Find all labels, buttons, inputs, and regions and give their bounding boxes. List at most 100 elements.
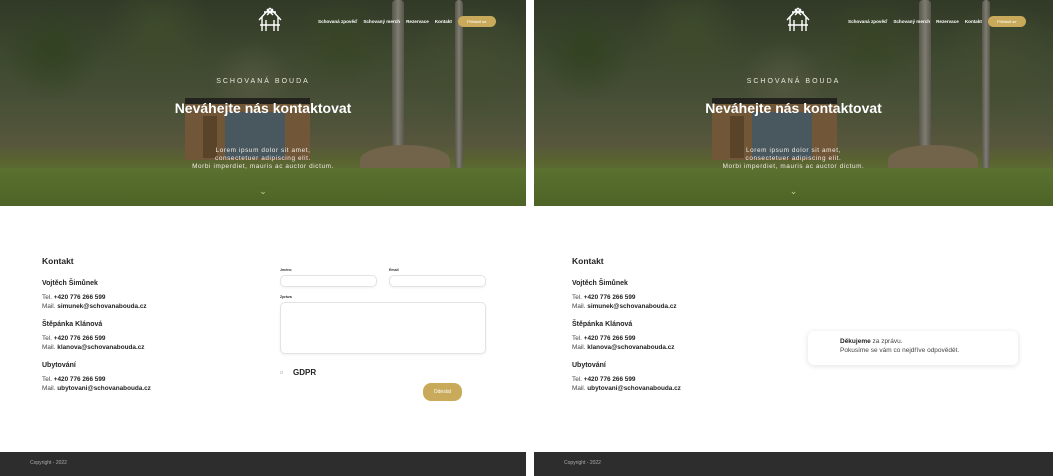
mail-label: Mail.: [572, 303, 586, 310]
message-field[interactable]: [280, 302, 486, 354]
contact-page-before-submit: Schovaná zpověď Schovaný merch Rezervace…: [0, 0, 526, 476]
nav-link-merch[interactable]: Schovaný merch: [363, 19, 400, 24]
phone-number[interactable]: +420 776 266 599: [54, 294, 106, 301]
mail-address[interactable]: klanova@schovanabouda.cz: [57, 344, 144, 351]
chevron-down-icon[interactable]: ⌄: [0, 186, 526, 197]
hero-kicker: SCHOVANÁ BOUDA: [216, 78, 310, 85]
contact-name: Štěpánka Klánová: [42, 321, 103, 328]
mail-address[interactable]: simunek@schovanabouda.cz: [587, 303, 676, 310]
phone-number[interactable]: +420 776 266 599: [54, 335, 106, 342]
phone-label: Tel.: [42, 335, 52, 342]
submit-button[interactable]: Odeslat: [422, 383, 462, 401]
name-label: Jméno: [280, 268, 292, 272]
copyright: Copyright - 2022: [30, 460, 67, 466]
contact-form: Jméno Email Zpráva GDPR Odeslat: [280, 268, 486, 408]
phone-number[interactable]: +420 776 266 599: [54, 376, 106, 383]
contact-section: Kontakt Vojtěch Šimůnek Tel. +420 776 26…: [42, 256, 151, 403]
thank-you-message: Děkujeme za zprávu. Pokusíme se vám co n…: [808, 331, 1018, 365]
contact-person: Vojtěch Šimůnek Tel. +420 776 266 599 Ma…: [42, 280, 151, 311]
thank-you-followup: Pokusíme se vám co nejdříve odpovědět.: [840, 346, 960, 354]
thank-you-bold: Děkujeme: [840, 338, 871, 345]
contact-phone: Tel. +420 776 266 599: [572, 293, 681, 302]
email-field[interactable]: [389, 275, 486, 287]
mail-address[interactable]: ubytovani@schovanabouda.cz: [587, 385, 681, 392]
message-label: Zpráva: [280, 295, 292, 299]
phone-label: Tel.: [572, 335, 582, 342]
hero-kicker: SCHOVANÁ BOUDA: [746, 78, 841, 85]
contact-mail: Mail. klanova@schovanabouda.cz: [572, 343, 681, 352]
copyright: Copyright - 2022: [564, 460, 601, 466]
chevron-down-icon[interactable]: ⌄: [534, 186, 1053, 197]
contact-phone: Tel. +420 776 266 599: [572, 334, 681, 343]
contact-name: Vojtěch Šimůnek: [572, 280, 628, 287]
phone-label: Tel.: [42, 294, 52, 301]
mail-address[interactable]: ubytovani@schovanabouda.cz: [57, 385, 151, 392]
mail-label: Mail.: [42, 344, 56, 351]
hero-heading: Neváhejte nás kontaktovat: [174, 100, 352, 116]
hero-lead-line: Lorem ipsum dolor sit amet,: [215, 147, 311, 154]
contact-mail: Mail. ubytovani@schovanabouda.cz: [42, 384, 151, 393]
contact-name: Vojtěch Šimůnek: [42, 280, 98, 287]
panel-divider: [526, 0, 534, 476]
main-nav: Schovaná zpověď Schovaný merch Rezervace…: [848, 16, 1026, 27]
nav-link-reservation[interactable]: Rezervace: [406, 19, 429, 24]
nav-link-confession[interactable]: Schovaná zpověď: [848, 19, 887, 24]
hut-logo-icon[interactable]: [256, 6, 284, 34]
hero-lead-line: Morbi imperdiet, mauris ac auctor dictum…: [722, 163, 865, 170]
hero-lead: Lorem ipsum dolor sit amet, consectetuer…: [534, 147, 1053, 171]
contact-phone: Tel. +420 776 266 599: [42, 334, 151, 343]
hero-lead-line: consectetuer adipiscing elit.: [745, 155, 842, 162]
login-button[interactable]: Přihlásit se: [457, 16, 496, 27]
hero-lead: Lorem ipsum dolor sit amet, consectetuer…: [0, 147, 526, 171]
footer: Copyright - 2022: [0, 452, 526, 476]
gdpr-checkbox[interactable]: [280, 371, 283, 374]
contact-person: Štěpánka Klánová Tel. +420 776 266 599 M…: [572, 321, 681, 352]
phone-number[interactable]: +420 776 266 599: [584, 294, 636, 301]
contact-title: Kontakt: [572, 256, 604, 266]
contact-title: Kontakt: [42, 256, 74, 266]
hero: Schovaná zpověď Schovaný merch Rezervace…: [0, 0, 526, 206]
contact-phone: Tel. +420 776 266 599: [42, 293, 151, 302]
phone-label: Tel.: [572, 376, 582, 383]
phone-number[interactable]: +420 776 266 599: [584, 335, 636, 342]
nav-link-merch[interactable]: Schovaný merch: [893, 19, 930, 24]
gdpr-label[interactable]: GDPR: [293, 368, 316, 377]
nav-link-contact[interactable]: Kontakt: [965, 19, 982, 24]
nav-link-confession[interactable]: Schovaná zpověď: [318, 19, 357, 24]
hero-lead-line: consectetuer adipiscing elit.: [215, 155, 311, 162]
contact-page-after-submit: Schovaná zpověď Schovaný merch Rezervace…: [534, 0, 1053, 476]
mail-label: Mail.: [572, 344, 586, 351]
contact-mail: Mail. simunek@schovanabouda.cz: [42, 302, 151, 311]
contact-person: Ubytování Tel. +420 776 266 599 Mail. ub…: [572, 362, 681, 393]
contact-mail: Mail. ubytovani@schovanabouda.cz: [572, 384, 681, 393]
mail-address[interactable]: klanova@schovanabouda.cz: [587, 344, 674, 351]
main-nav: Schovaná zpověď Schovaný merch Rezervace…: [318, 16, 496, 27]
mail-label: Mail.: [42, 303, 56, 310]
contact-phone: Tel. +420 776 266 599: [42, 375, 151, 384]
mail-address[interactable]: simunek@schovanabouda.cz: [57, 303, 146, 310]
mail-label: Mail.: [42, 385, 56, 392]
contact-name: Štěpánka Klánová: [572, 321, 633, 328]
email-label: Email: [389, 268, 399, 272]
login-button[interactable]: Přihlásit se: [987, 16, 1026, 27]
nav-link-reservation[interactable]: Rezervace: [936, 19, 959, 24]
thank-you-line: Děkujeme za zprávu.: [840, 338, 1018, 347]
contact-person: Vojtěch Šimůnek Tel. +420 776 266 599 Ma…: [572, 280, 681, 311]
gdpr-row: GDPR: [280, 368, 486, 377]
phone-label: Tel.: [572, 294, 582, 301]
footer: Copyright - 2022: [534, 452, 1053, 476]
hut-logo-icon[interactable]: [784, 6, 812, 34]
contact-person: Štěpánka Klánová Tel. +420 776 266 599 M…: [42, 321, 151, 352]
thank-you-rest: za zprávu.: [870, 338, 903, 345]
contact-name: Ubytování: [572, 362, 606, 369]
contact-phone: Tel. +420 776 266 599: [572, 375, 681, 384]
name-field[interactable]: [280, 275, 377, 287]
contact-mail: Mail. simunek@schovanabouda.cz: [572, 302, 681, 311]
phone-label: Tel.: [42, 376, 52, 383]
contact-person: Ubytování Tel. +420 776 266 599 Mail. ub…: [42, 362, 151, 393]
mail-label: Mail.: [572, 385, 586, 392]
hero-lead-line: Morbi imperdiet, mauris ac auctor dictum…: [192, 163, 334, 170]
phone-number[interactable]: +420 776 266 599: [584, 376, 636, 383]
contact-name: Ubytování: [42, 362, 76, 369]
nav-link-contact[interactable]: Kontakt: [435, 19, 452, 24]
